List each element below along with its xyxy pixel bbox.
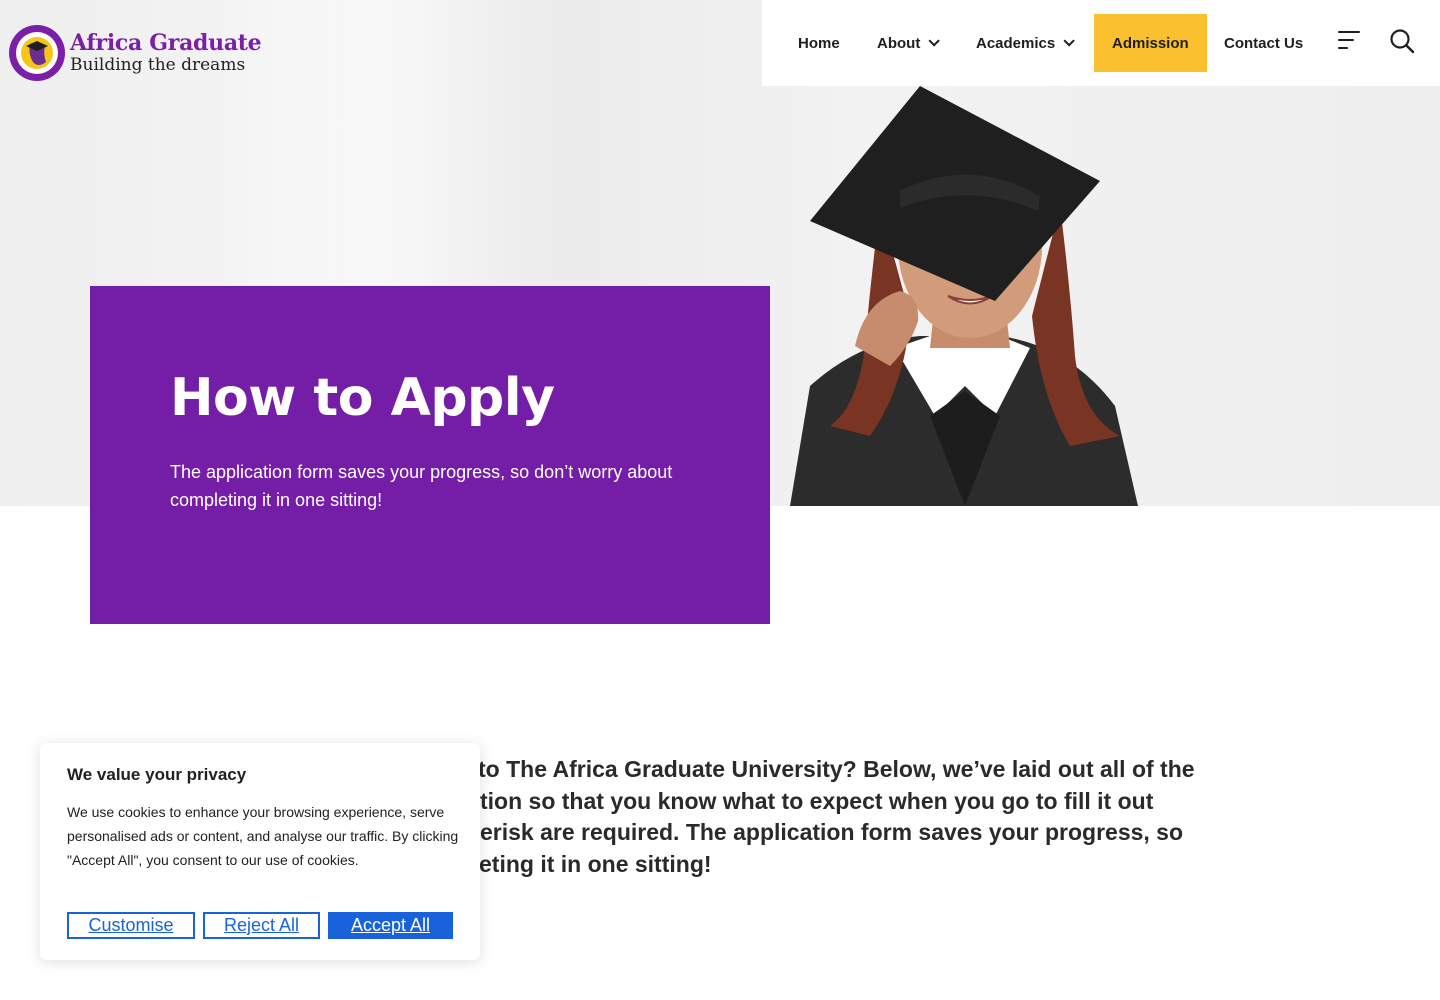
accept-all-button[interactable]: Accept All [328,912,453,939]
nav-home-label: Home [798,34,840,52]
intro-line: to The Africa Graduate University? Below… [478,756,1195,782]
nav-admission-label: Admission [1112,34,1189,52]
nav-contact-us[interactable]: Contact Us [1224,14,1303,72]
nav-home[interactable]: Home [798,14,840,72]
site-logo[interactable]: Africa Graduate Building the dreams [8,22,278,84]
nav-academics[interactable]: Academics [976,14,1075,72]
search-icon[interactable] [1389,28,1415,54]
intro-line: eting it in one sitting! [479,850,712,877]
brand-tagline: Building the dreams [70,55,246,75]
reject-all-button[interactable]: Reject All [203,912,320,939]
customise-button[interactable]: Customise [67,912,195,939]
nav-academics-label: Academics [976,34,1056,52]
graduate-photo [790,86,1138,506]
chevron-down-icon [1063,35,1075,47]
nav-contact-label: Contact Us [1224,34,1304,52]
cookie-text: We use cookies to enhance your browsing … [67,804,459,868]
nav-about[interactable]: About [877,14,941,72]
intro-line: tion so that you know what to expect whe… [480,787,1154,814]
intro-paragraph: to The Africa Graduate University? Below… [418,754,1258,880]
hero-panel: How to Apply The application form saves … [90,286,770,624]
logo-seal-icon [9,25,65,81]
intro-line: erisk are required. The application form… [480,819,1184,845]
page: Africa Graduate Building the dreams Home… [0,0,1440,1000]
cookie-title: We value your privacy [67,765,247,784]
main-nav: Home About Academics Admission Contact U… [762,0,1440,86]
nav-about-label: About [877,34,921,52]
chevron-down-icon [928,35,941,47]
page-title: How to Apply [170,368,555,428]
nav-admission[interactable]: Admission [1094,14,1207,72]
cookie-banner: We value your privacy We use cookies to … [40,743,480,960]
hero-subtitle: The application form saves your progress… [170,462,673,510]
brand-name: Africa Graduate [70,30,262,56]
menu-lines-icon[interactable] [1338,31,1362,51]
